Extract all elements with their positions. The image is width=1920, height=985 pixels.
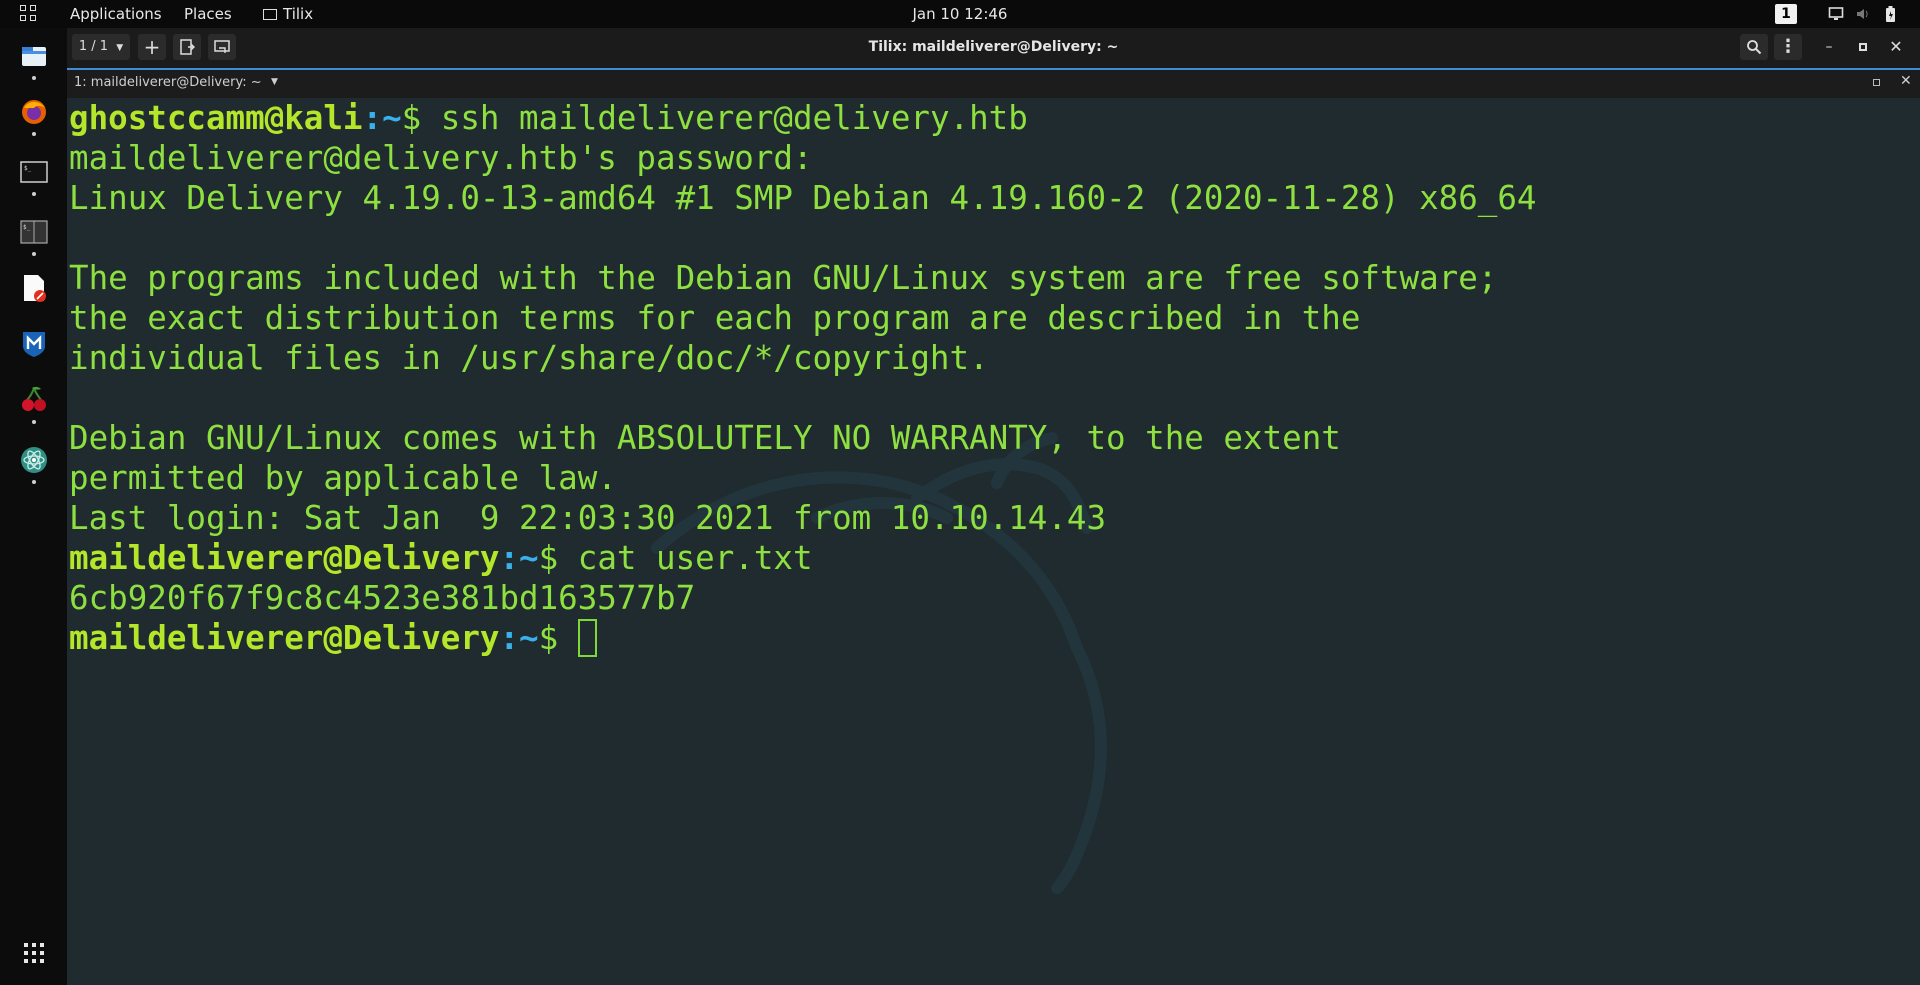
maximize-button[interactable]	[1854, 38, 1872, 56]
terminal-area[interactable]: ghostccamm@kali:~$ ssh maildeliverer@del…	[67, 98, 1920, 985]
terminal-maximize-icon[interactable]	[1873, 79, 1880, 86]
terminal-line: Last login: Sat Jan 9 22:03:30 2021 from…	[69, 499, 1107, 537]
running-indicator	[32, 192, 36, 196]
maximize-icon	[1859, 43, 1867, 51]
battery-icon[interactable]	[1884, 6, 1898, 23]
command-text: $ ssh maildeliverer@delivery.htb	[401, 99, 1028, 137]
terminal-close-icon[interactable]: ✕	[1900, 73, 1912, 89]
dock: $_ $_	[0, 28, 67, 985]
metasploit-icon[interactable]	[20, 330, 48, 358]
prompt-path: ~	[519, 619, 539, 657]
terminal-line: Debian GNU/Linux comes with ABSOLUTELY N…	[69, 419, 1341, 457]
terminal-line: maildeliverer@Delivery:~$	[69, 618, 1537, 658]
terminal-titlebar: 1: maildeliverer@Delivery: ~ ▼ ✕	[67, 68, 1920, 98]
prompt-user: ghostccamm@kali	[69, 99, 363, 137]
prompt-path: ~	[519, 539, 539, 577]
running-indicator	[32, 132, 36, 136]
window-title: Tilix: maildeliverer@Delivery: ~	[868, 39, 1119, 55]
prompt-colon: :	[499, 619, 520, 657]
terminal-title[interactable]: 1: maildeliverer@Delivery: ~	[74, 75, 262, 90]
prompt-user: maildeliverer@Delivery	[69, 539, 500, 577]
terminal-line: permitted by applicable law.	[69, 459, 617, 497]
clock[interactable]: Jan 10 12:46	[0, 0, 1920, 28]
prompt-symbol: $	[538, 619, 578, 657]
minimize-button[interactable]: –	[1820, 38, 1838, 56]
prompt-colon: :	[362, 99, 383, 137]
kebab-menu-icon: ⋮	[1779, 36, 1797, 57]
running-indicator	[32, 420, 36, 424]
terminal-output: ghostccamm@kali:~$ ssh maildeliverer@del…	[69, 98, 1537, 658]
text-editor-icon[interactable]	[20, 274, 48, 302]
svg-text:$_: $_	[23, 224, 31, 231]
close-icon: ✕	[1889, 37, 1903, 56]
find-button[interactable]	[1740, 34, 1768, 60]
minimize-icon: –	[1825, 39, 1833, 55]
running-indicator	[32, 76, 36, 80]
terminal-line: The programs included with the Debian GN…	[69, 259, 1498, 297]
prompt-colon: :	[499, 539, 520, 577]
search-icon	[1747, 40, 1762, 55]
terminal-line: the exact distribution terms for each pr…	[69, 299, 1361, 337]
file-manager-icon[interactable]	[20, 42, 48, 70]
prompt-path: ~	[382, 99, 402, 137]
top-panel: Applications Places Tilix Jan 10 12:46 1	[0, 0, 1920, 28]
close-button[interactable]: ✕	[1887, 38, 1905, 56]
terminal-line: ghostccamm@kali:~$ ssh maildeliverer@del…	[69, 98, 1537, 138]
firefox-icon[interactable]	[20, 98, 48, 126]
terminal-menu-chevron-icon[interactable]: ▼	[271, 77, 278, 87]
tilix-headerbar: 1 / 1 ▼ + Tilix: maildeliverer@Delivery:…	[67, 28, 1920, 69]
atom-icon[interactable]	[20, 446, 48, 474]
terminal-icon[interactable]: $_	[20, 158, 48, 186]
workspace-indicator[interactable]: 1	[1775, 4, 1797, 24]
svg-text:$_: $_	[24, 165, 32, 172]
running-indicator	[32, 252, 36, 256]
terminal-line: individual files in /usr/share/doc/*/cop…	[69, 339, 989, 377]
terminal-line: maildeliverer@delivery.htb's password:	[69, 139, 813, 177]
terminal-line: maildeliverer@Delivery:~$ cat user.txt	[69, 538, 1537, 578]
terminal-line: 6cb920f67f9c8c4523e381bd163577b7	[69, 579, 696, 617]
display-icon[interactable]	[1828, 6, 1844, 22]
show-applications-icon[interactable]	[24, 943, 44, 963]
command-text: $ cat user.txt	[538, 539, 813, 577]
menu-button[interactable]: ⋮	[1774, 34, 1802, 60]
terminal-cursor[interactable]	[577, 619, 597, 657]
volume-icon[interactable]	[1855, 6, 1871, 22]
terminal-line: Linux Delivery 4.19.0-13-amd64 #1 SMP De…	[69, 179, 1537, 217]
running-indicator	[32, 480, 36, 484]
terminal-emulator-icon[interactable]: $_	[20, 218, 48, 246]
cherrytree-icon[interactable]	[20, 386, 48, 414]
prompt-user: maildeliverer@Delivery	[69, 619, 500, 657]
